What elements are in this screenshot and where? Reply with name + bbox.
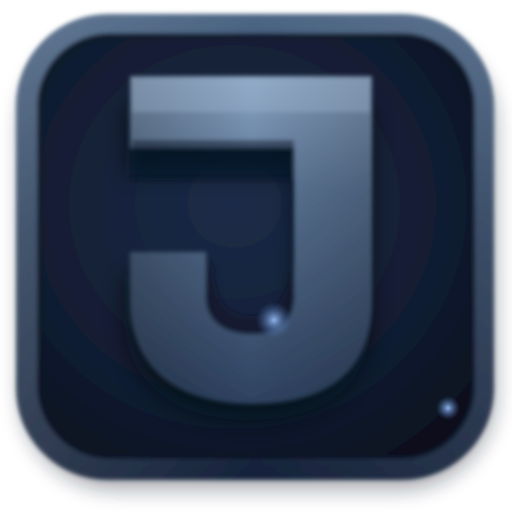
glint-hook xyxy=(256,302,292,338)
glint-corner xyxy=(436,396,460,420)
icon-stage xyxy=(0,0,512,512)
letter-j-app-icon xyxy=(16,14,496,490)
